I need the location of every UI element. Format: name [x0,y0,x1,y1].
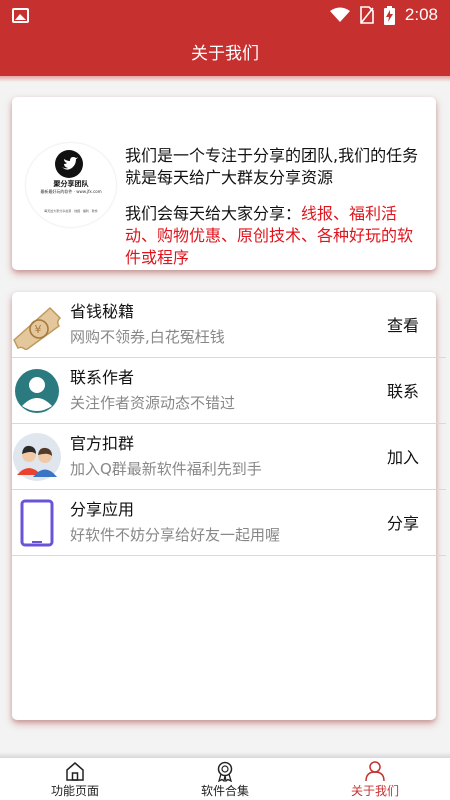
item-desc: 网购不领券,白花冤枉钱 [70,328,225,346]
logo-name: 聚分享团队 [53,180,89,188]
tab-about-us[interactable]: 关于我们 [300,758,450,800]
item-title: 省钱秘籍 [70,302,135,321]
intro-line-1: 我们是一个专注于分享的团队,我们的任务就是每天给广大群友分享资源 [125,146,419,187]
item-title: 联系作者 [70,368,135,387]
intro-line-2-prefix: 我们会每天给大家分享： [125,204,302,223]
divider [12,555,446,556]
user-avatar-icon [15,369,59,413]
page-title: 关于我们 [0,32,450,76]
item-desc: 好软件不妨分享给好友一起用喔 [70,526,281,544]
list-item-share-app[interactable]: 分享应用 好软件不妨分享给好友一起用喔 分享 [12,490,446,556]
person-icon [365,761,385,782]
share-button[interactable]: 分享 [387,510,419,534]
app-bar-shadow [0,76,450,82]
item-title: 官方扣群 [70,434,135,453]
award-icon [217,761,233,782]
list-item-contact-author[interactable]: 联系作者 关注作者资源动态不错过 联系 [12,358,446,424]
contact-button[interactable]: 联系 [387,378,419,402]
logo-subtitle: 最新最好玩的软件 · www.jfx.com [40,189,102,194]
tab-software-collection[interactable]: 软件合集 [150,758,300,800]
menu-card: ¥ 省钱秘籍 网购不领券,白花冤枉钱 查看 联系作者 关注作者资源动态不错过 联… [12,292,446,720]
bottom-navigation: 功能页面 软件合集 关于我们 [0,758,450,800]
battery-charging-icon [383,5,395,25]
logo-tagline: 每天给大家分享资源 · 线报 · 福利 · 软件 [44,209,98,213]
phone-icon [20,499,54,547]
tab-label: 功能页面 [50,784,99,798]
intro-text: 我们是一个专注于分享的团队,我们的任务就是每天给广大群友分享资源 我们会每天给大… [125,145,425,269]
item-desc: 加入Q群最新软件福利先到手 [70,460,262,478]
intro-line-2: 我们会每天给大家分享：线报、福利活动、购物优惠、原创技术、各种好玩的软件或程序 [125,203,425,269]
tab-label: 软件合集 [200,784,249,798]
tab-label: 关于我们 [350,784,399,798]
bird-icon [55,150,83,178]
image-notification-icon [12,8,29,23]
status-bar: 2:08 [0,0,450,32]
intro-card: 聚分享团队 最新最好玩的软件 · www.jfx.com 每天给大家分享资源 ·… [12,97,436,270]
group-icon [13,433,61,481]
svg-text:¥: ¥ [35,323,42,336]
item-title: 分享应用 [70,500,135,519]
home-icon [66,762,84,781]
team-logo: 聚分享团队 最新最好玩的软件 · www.jfx.com 每天给大家分享资源 ·… [26,143,116,227]
view-button[interactable]: 查看 [387,312,419,336]
list-item-official-group[interactable]: 官方扣群 加入Q群最新软件福利先到手 加入 [12,424,446,490]
wifi-icon [329,7,350,22]
clock: 2:08 [404,5,438,24]
list-item-save-money[interactable]: ¥ 省钱秘籍 网购不领券,白花冤枉钱 查看 [12,292,446,358]
join-button[interactable]: 加入 [387,444,419,468]
tab-features[interactable]: 功能页面 [0,758,150,800]
no-sim-icon [360,6,374,24]
item-desc: 关注作者资源动态不错过 [70,394,236,412]
coupon-icon: ¥ [13,306,62,350]
